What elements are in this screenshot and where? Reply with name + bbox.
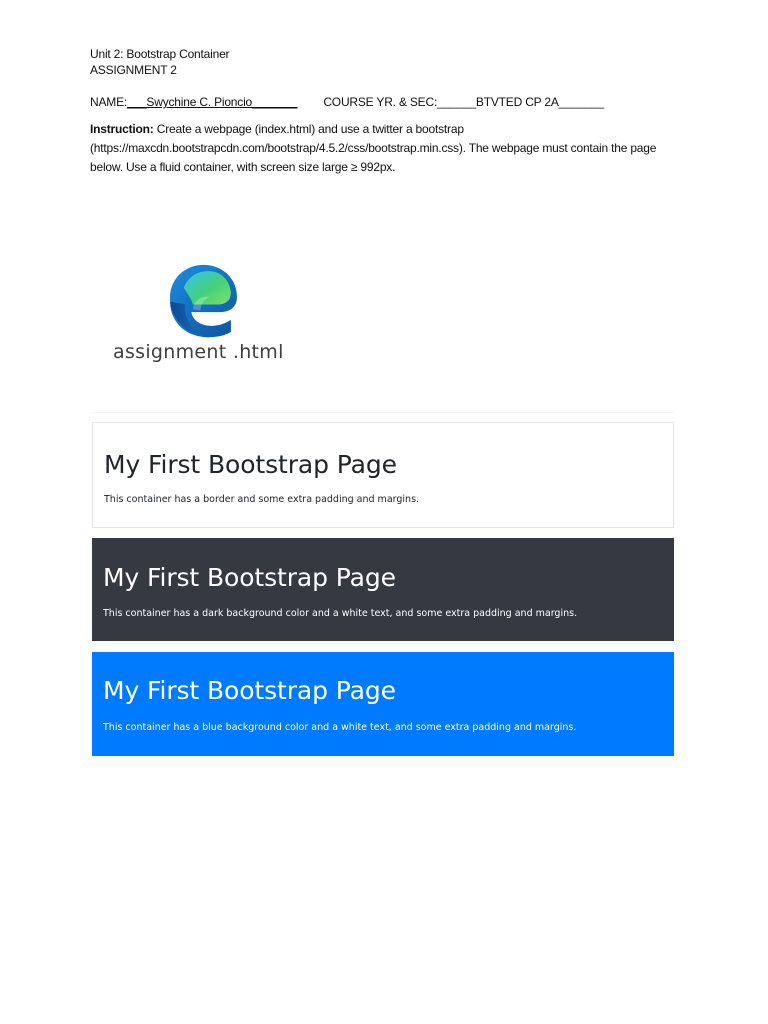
panel-heading: My First Bootstrap Page	[104, 450, 397, 479]
name-value: ___Swychine C. Pioncio_______	[127, 95, 298, 109]
instruction-paragraph: Instruction: Create a webpage (index.htm…	[90, 120, 690, 177]
panel-heading: My First Bootstrap Page	[103, 676, 396, 705]
unit-title: Unit 2: Bootstrap Container	[90, 47, 230, 61]
dark-container-panel: My First Bootstrap Page This container h…	[92, 538, 674, 641]
course-value: ______BTVTED CP 2A_______	[437, 95, 604, 109]
assignment-title: ASSIGNMENT 2	[90, 63, 177, 77]
name-course-row: NAME: ___Swychine C. Pioncio_______ COUR…	[90, 94, 690, 110]
edge-browser-icon	[170, 264, 237, 338]
file-name-label: assignment .html	[113, 341, 284, 363]
assignment-document: Unit 2: Bootstrap Container ASSIGNMENT 2…	[90, 46, 690, 177]
course-label: COURSE YR. & SEC:	[323, 95, 438, 109]
bordered-container-panel: My First Bootstrap Page This container h…	[92, 422, 674, 528]
panel-heading: My First Bootstrap Page	[103, 563, 396, 592]
instruction-text: Create a webpage (index.html) and use a …	[90, 122, 657, 174]
panel-text: This container has a dark background col…	[103, 608, 578, 619]
blue-container-panel: My First Bootstrap Page This container h…	[92, 652, 674, 756]
panel-text: This container has a blue background col…	[103, 722, 577, 733]
divider	[92, 412, 674, 413]
instruction-label: Instruction:	[90, 122, 154, 136]
panel-text: This container has a border and some ext…	[104, 494, 420, 505]
name-label: NAME:	[90, 95, 128, 109]
